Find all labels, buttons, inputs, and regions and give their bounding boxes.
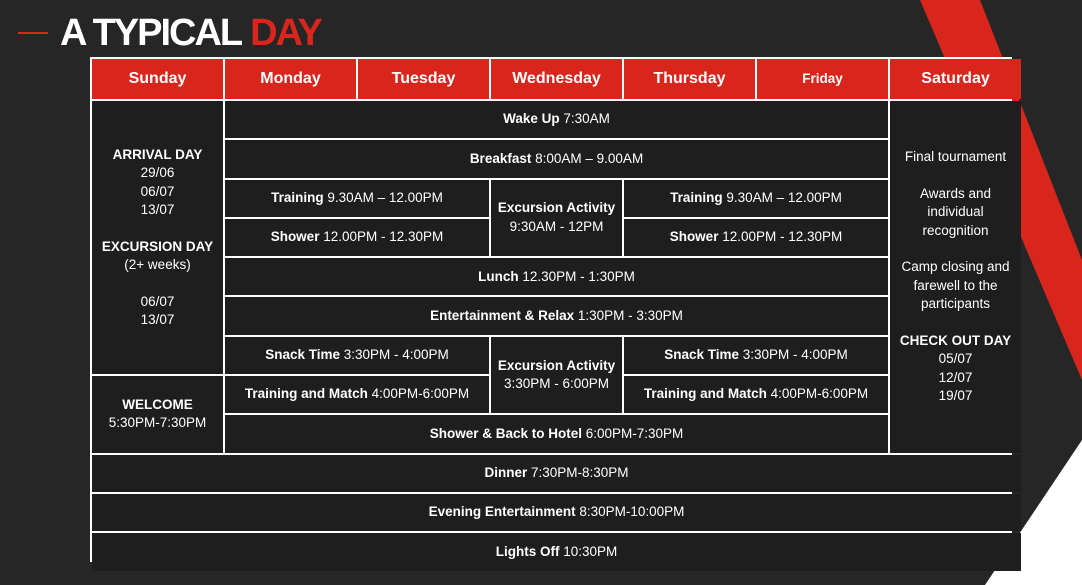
saturday-cell: Final tournament Awards and individual r… — [890, 101, 1021, 453]
training-time: 9.30AM – 12.00PM — [726, 189, 842, 205]
excursion-pm-label: Excursion Activity — [497, 357, 616, 373]
title-block: A TYPICAL DAY — [18, 10, 323, 56]
checkout-day-label: CHECK OUT DAY — [899, 332, 1012, 348]
header-thursday: Thursday — [624, 59, 755, 99]
saturday-item: Camp closing and farewell to the partici… — [901, 259, 1010, 312]
row-breakfast: Breakfast 8:00AM – 9.00AM — [225, 140, 888, 178]
lights-label: Lights Off — [495, 543, 560, 559]
breakfast-time: 8:00AM – 9.00AM — [535, 150, 644, 166]
checkout-date: 12/07 — [938, 369, 973, 385]
checkout-date: 19/07 — [938, 388, 973, 404]
match-label: Training and Match — [244, 386, 368, 402]
excursion-pm-cell: Excursion Activity 3:30PM - 6:00PM — [491, 336, 622, 414]
shower-hotel-time: 6:00PM-7:30PM — [585, 425, 684, 441]
title-part-white: A TYPICAL — [60, 12, 243, 54]
match-time: 4:00PM-6:00PM — [770, 386, 869, 402]
welcome-label: WELCOME — [122, 396, 193, 412]
header-saturday: Saturday — [890, 59, 1021, 99]
title-part-red: DAY — [250, 12, 323, 54]
dinner-time: 7:30PM-8:30PM — [530, 465, 629, 481]
match-left: Training and Match 4:00PM-6:00PM — [225, 376, 489, 414]
wake-up-label: Wake Up — [503, 111, 560, 127]
snack-left: Snack Time 3:30PM - 4:00PM — [225, 336, 489, 375]
row-evening-entertainment: Evening Entertainment 8:30PM-10:00PM — [92, 493, 1021, 532]
row-wake-up: Wake Up 7:30AM — [225, 101, 888, 139]
entertainment-label: Entertainment & Relax — [430, 307, 575, 323]
excursion-day-label: EXCURSION DAY — [101, 238, 214, 254]
excursion-am-cell: Excursion Activity 9:30AM - 12PM — [491, 179, 622, 257]
snack-time: 3:30PM - 4:00PM — [343, 347, 449, 363]
saturday-item: Final tournament — [904, 149, 1007, 165]
checkout-date: 05/07 — [938, 351, 973, 367]
evening-label: Evening Entertainment — [428, 504, 576, 520]
dinner-label: Dinner — [484, 465, 528, 481]
schedule-table: Sunday Monday Tuesday Wednesday Thursday… — [90, 57, 1021, 571]
row-lunch: Lunch 12.30PM - 1:30PM — [225, 258, 888, 296]
arrival-date: 29/06 — [140, 165, 175, 181]
saturday-item: Awards and individual recognition — [919, 185, 992, 238]
arrival-date: 13/07 — [140, 202, 175, 218]
lights-time: 10:30PM — [563, 543, 618, 559]
page-title: A TYPICAL DAY — [60, 10, 323, 56]
sunday-arrival-cell: ARRIVAL DAY 29/06 06/07 13/07 EXCURSION … — [92, 101, 223, 375]
shower-time: 12.00PM - 12.30PM — [722, 229, 843, 245]
excursion-note: (2+ weeks) — [124, 257, 191, 273]
header-friday: Friday — [757, 59, 888, 99]
shower-time: 12.00PM - 12.30PM — [323, 229, 444, 245]
header-monday: Monday — [225, 59, 356, 99]
header-sunday: Sunday — [92, 59, 223, 99]
training-am-left: Training 9.30AM – 12.00PM — [225, 179, 489, 217]
title-accent-line — [18, 32, 48, 34]
lunch-label: Lunch — [478, 268, 519, 284]
arrival-date: 06/07 — [140, 183, 175, 199]
snack-label: Snack Time — [265, 347, 340, 363]
welcome-time: 5:30PM-7:30PM — [108, 415, 207, 431]
evening-time: 8:30PM-10:00PM — [579, 504, 685, 520]
excursion-date: 06/07 — [140, 293, 175, 309]
excursion-date: 13/07 — [140, 312, 175, 328]
match-label: Training and Match — [643, 386, 767, 402]
excursion-am-label: Excursion Activity — [497, 200, 616, 216]
shower-label: Shower — [270, 229, 320, 245]
breakfast-label: Breakfast — [469, 150, 532, 166]
excursion-pm-time: 3:30PM - 6:00PM — [503, 376, 610, 392]
training-label: Training — [670, 189, 723, 205]
shower-right: Shower 12.00PM - 12.30PM — [624, 218, 888, 257]
row-lights-off: Lights Off 10:30PM — [92, 533, 1021, 571]
match-right: Training and Match 4:00PM-6:00PM — [624, 376, 888, 414]
training-label: Training — [271, 189, 324, 205]
row-entertainment: Entertainment & Relax 1:30PM - 3:30PM — [225, 297, 888, 335]
row-dinner: Dinner 7:30PM-8:30PM — [92, 454, 1021, 492]
snack-right: Snack Time 3:30PM - 4:00PM — [624, 336, 888, 375]
training-time: 9.30AM – 12.00PM — [327, 189, 443, 205]
shower-label: Shower — [669, 229, 719, 245]
header-wednesday: Wednesday — [491, 59, 622, 99]
excursion-am-time: 9:30AM - 12PM — [509, 218, 604, 234]
snack-time: 3:30PM - 4:00PM — [742, 347, 848, 363]
wake-up-time: 7:30AM — [563, 111, 610, 127]
match-time: 4:00PM-6:00PM — [371, 386, 470, 402]
header-tuesday: Tuesday — [358, 59, 489, 99]
lunch-time: 12.30PM - 1:30PM — [522, 268, 635, 284]
entertainment-time: 1:30PM - 3:30PM — [577, 307, 683, 323]
arrival-day-label: ARRIVAL DAY — [112, 146, 203, 162]
sunday-welcome-cell: WELCOME 5:30PM-7:30PM — [92, 376, 223, 453]
shower-hotel-label: Shower & Back to Hotel — [429, 425, 582, 441]
shower-left: Shower 12.00PM - 12.30PM — [225, 218, 489, 257]
snack-label: Snack Time — [664, 347, 739, 363]
row-shower-hotel: Shower & Back to Hotel 6:00PM-7:30PM — [225, 415, 888, 453]
training-am-right: Training 9.30AM – 12.00PM — [624, 179, 888, 217]
